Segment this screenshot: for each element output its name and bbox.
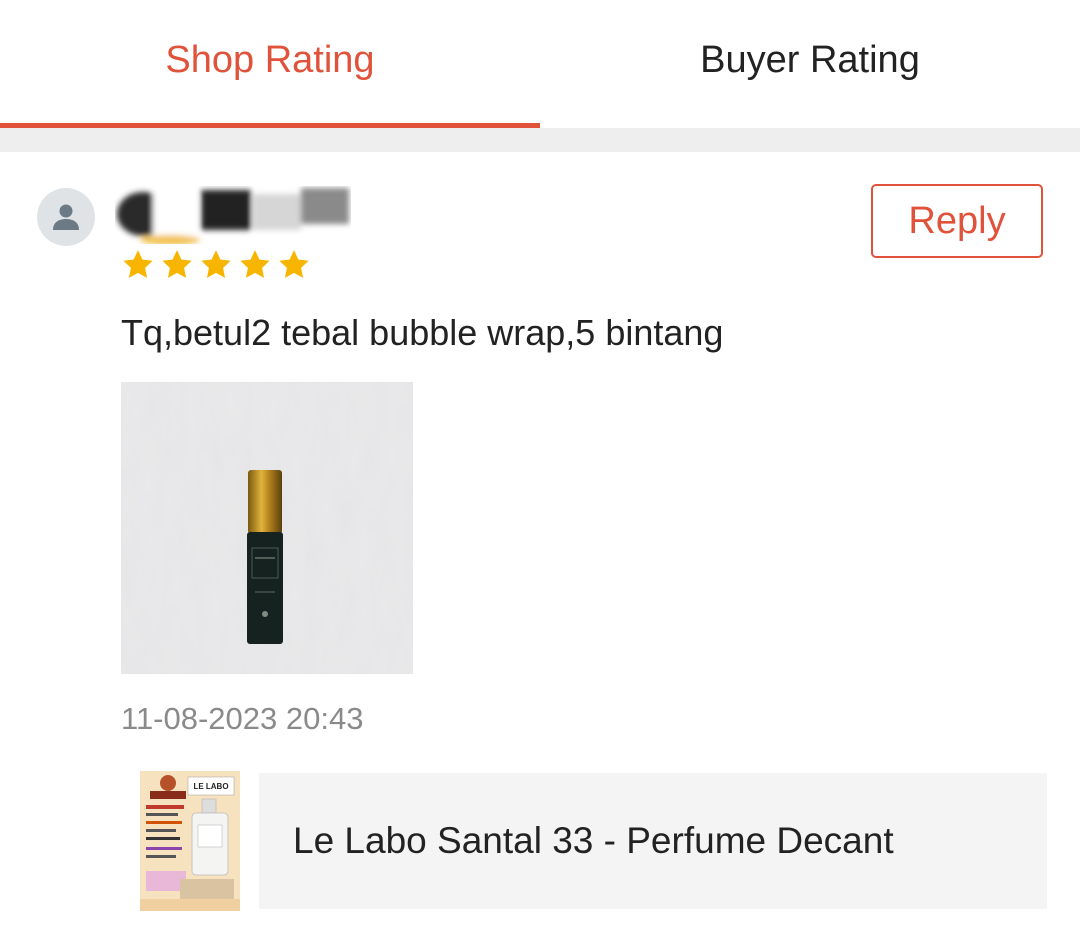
star-icon (279, 250, 309, 278)
product-thumbnail[interactable]: LE LABO (140, 771, 240, 911)
review-photo[interactable] (121, 382, 413, 674)
star-icon (201, 250, 231, 278)
person-icon (53, 204, 79, 230)
star-icon (123, 250, 153, 278)
rating-stars (121, 248, 311, 282)
product-link[interactable]: Le Labo Santal 33 - Perfume Decant (259, 773, 1047, 909)
star-icon (240, 250, 270, 278)
tab-buyer-rating[interactable]: Buyer Rating (540, 0, 1080, 128)
review-timestamp: 11-08-2023 20:43 (121, 701, 364, 736)
tab-shop-rating-label: Shop Rating (165, 38, 375, 81)
svg-text:LE LABO: LE LABO (193, 782, 228, 791)
star-icon (162, 250, 192, 278)
tab-buyer-rating-label: Buyer Rating (700, 38, 920, 81)
avatar[interactable] (37, 188, 95, 246)
reply-button[interactable]: Reply (871, 184, 1043, 258)
rating-tabs: Shop Rating Buyer Rating (0, 0, 1080, 128)
tab-shop-rating[interactable]: Shop Rating (0, 0, 540, 128)
reviewer-username-censored (115, 186, 351, 245)
section-divider (0, 128, 1080, 152)
product-name: Le Labo Santal 33 - Perfume Decant (293, 820, 894, 861)
review-comment: Tq,betul2 tebal bubble wrap,5 bintang (121, 312, 724, 353)
